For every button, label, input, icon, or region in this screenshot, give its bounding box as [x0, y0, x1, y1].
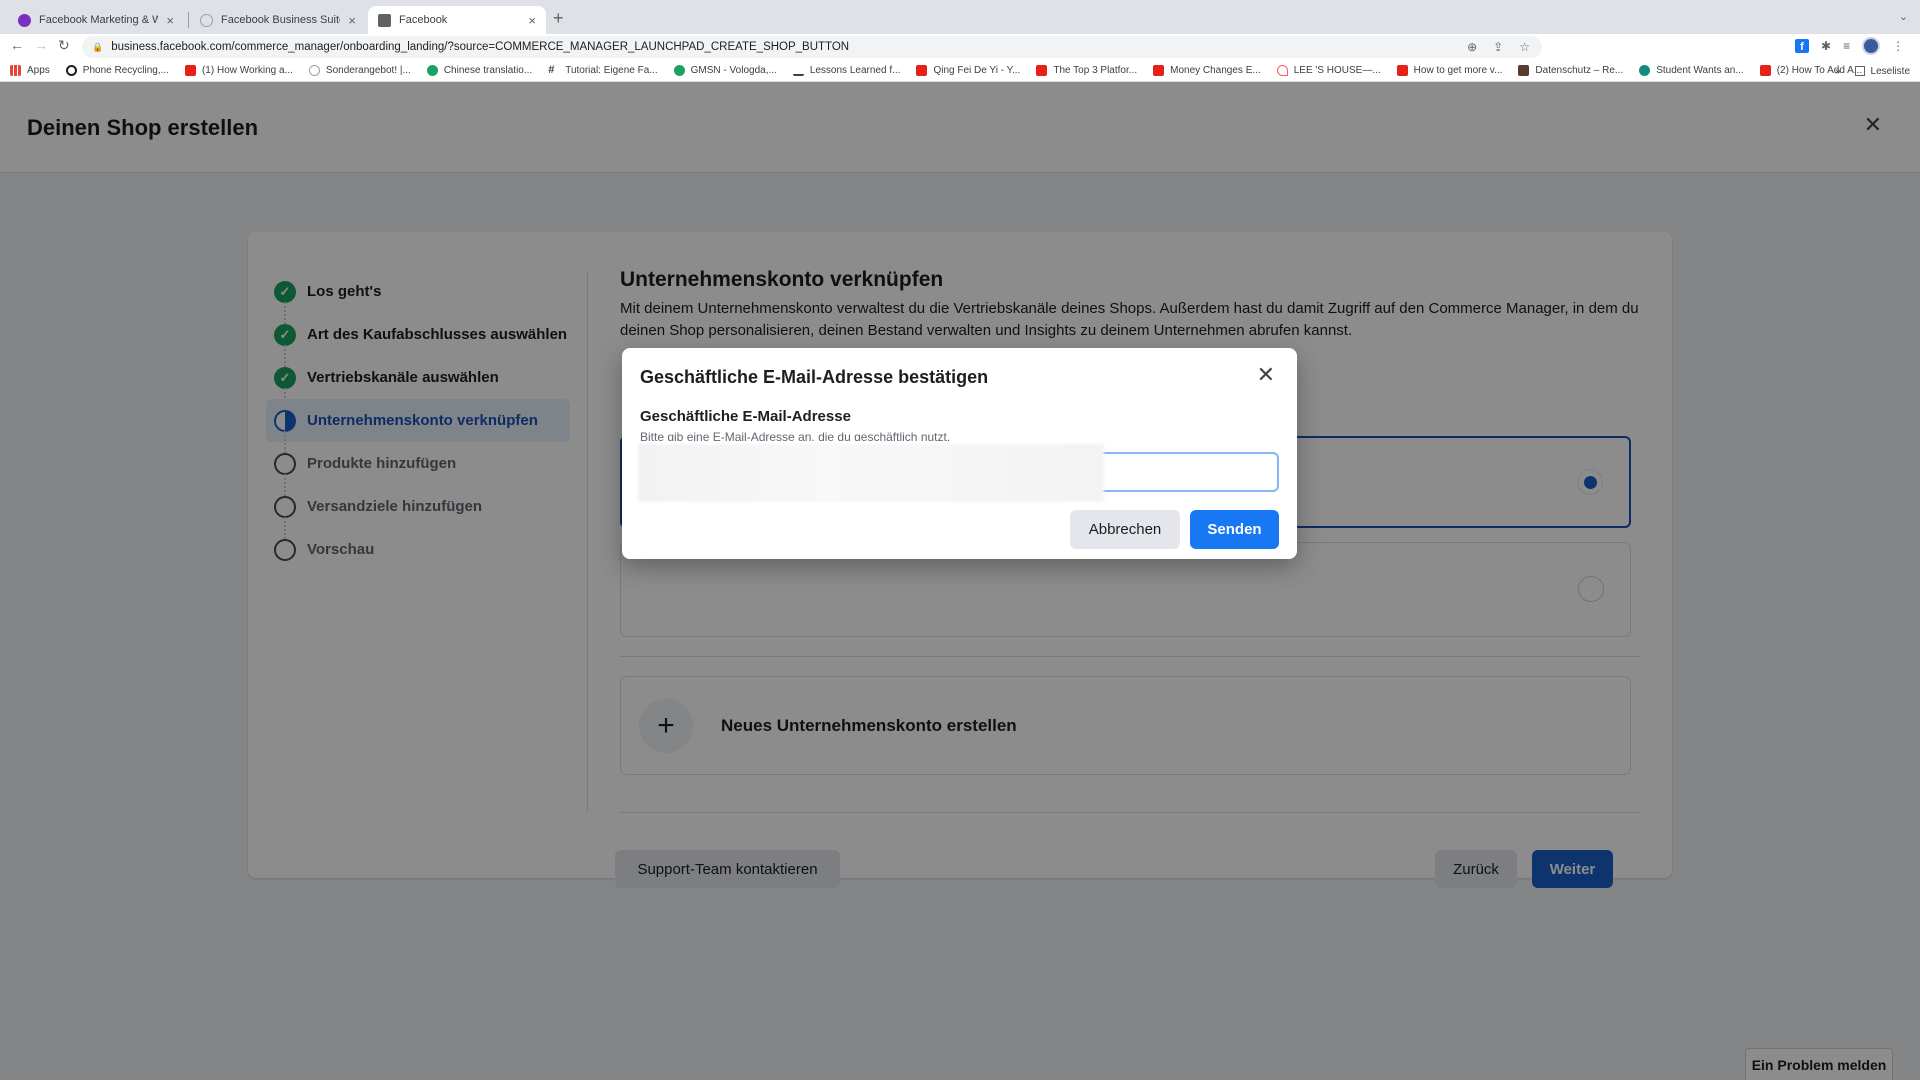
tab-favicon-icon [200, 13, 213, 27]
tab-favicon-icon [18, 13, 31, 27]
bookmark-star-icon[interactable]: ☆ [1519, 40, 1530, 54]
bookmark-item[interactable]: Phone Recycling,... [65, 65, 169, 76]
bookmark-label: Chinese translatio... [443, 65, 533, 76]
bookmark-item[interactable]: Qing Fei De Yi - Y... [916, 65, 1020, 76]
bookmark-item[interactable]: Datenschutz – Re... [1518, 65, 1623, 76]
close-dialog-icon[interactable]: ✕ [1257, 362, 1275, 388]
address-bar-row: ← → ↻ 🔒 business.facebook.com/commerce_m… [0, 34, 1920, 60]
bookmark-item[interactable]: Lessons Learned f... [792, 65, 901, 76]
url-text: business.facebook.com/commerce_manager/o… [111, 41, 850, 53]
new-tab-button[interactable]: + [553, 8, 564, 29]
bookmark-item[interactable]: (1) How Working a... [184, 65, 293, 76]
site-icon [792, 65, 804, 76]
zoom-icon[interactable]: ⊕ [1467, 40, 1477, 54]
bookmark-label: Tutorial: Eigene Fa... [565, 65, 658, 76]
bookmark-label: Lessons Learned f... [809, 65, 901, 76]
browser-tab-bar: Facebook Marketing & Werbea × Facebook B… [0, 0, 1920, 34]
email-field-hint: Bitte gib eine E-Mail-Adresse an, die du… [640, 430, 951, 441]
confirm-email-dialog: Geschäftliche E-Mail-Adresse bestätigen … [622, 348, 1297, 559]
site-icon [426, 65, 438, 76]
browser-menu-icon[interactable]: ⋮ [1892, 39, 1904, 53]
site-icon [673, 65, 685, 76]
apps-grid-icon [10, 65, 21, 76]
bookmark-label: Phone Recycling,... [82, 65, 169, 76]
back-arrow-icon[interactable]: ← [10, 37, 24, 53]
tab-title: Facebook [399, 14, 448, 26]
reading-list-label: Leseliste [1870, 65, 1910, 77]
share-icon[interactable]: ⇪ [1493, 40, 1503, 54]
youtube-icon [1396, 65, 1408, 76]
bookmark-item[interactable]: Money Changes E... [1153, 65, 1261, 76]
profile-avatar[interactable] [1862, 37, 1881, 55]
email-field-label: Geschäftliche E-Mail-Adresse [640, 408, 851, 425]
bookmark-label: (1) How Working a... [201, 65, 293, 76]
reading-list-icon [1854, 65, 1865, 76]
tab-search-chevron-icon[interactable]: ⌄ [1899, 10, 1908, 23]
bookmark-item[interactable]: Student Wants an... [1639, 65, 1744, 76]
tab-separator [188, 12, 189, 28]
bookmark-label: Apps [27, 65, 50, 76]
lock-icon: 🔒 [92, 41, 104, 52]
bookmarks-overflow-button[interactable]: » [1835, 66, 1841, 77]
bookmark-label: Qing Fei De Yi - Y... [933, 65, 1021, 76]
bookmark-label: Student Wants an... [1656, 65, 1744, 76]
bookmark-label: GMSN - Vologda,... [690, 65, 777, 76]
cancel-button[interactable]: Abbrechen [1070, 510, 1180, 549]
o2-icon [65, 65, 77, 76]
site-icon [1639, 65, 1651, 76]
bookmark-label: Money Changes E... [1170, 65, 1261, 76]
bookmark-item[interactable]: Chinese translatio... [426, 65, 533, 76]
youtube-icon [1153, 65, 1165, 76]
extensions-puzzle-icon[interactable]: ✱ [1821, 39, 1831, 53]
bookmark-item[interactable]: LEE 'S HOUSE—... [1276, 65, 1381, 76]
tab-favicon-icon [378, 13, 391, 27]
close-tab-icon[interactable]: × [348, 13, 356, 28]
dialog-title: Geschäftliche E-Mail-Adresse bestätigen [640, 367, 989, 387]
hashtag-icon: # [548, 64, 555, 76]
site-icon [1518, 65, 1530, 76]
bookmark-item[interactable]: Sonderangebot! |... [308, 65, 411, 76]
reload-icon[interactable]: ↻ [58, 37, 70, 54]
close-tab-icon[interactable]: × [528, 13, 536, 28]
bookmark-label: Sonderangebot! |... [325, 65, 411, 76]
tab-title: Facebook Marketing & Werbea [39, 14, 159, 26]
bookmark-item[interactable]: How to get more v... [1396, 65, 1503, 76]
bookmark-label: How to get more v... [1413, 65, 1503, 76]
bookmark-item[interactable]: GMSN - Vologda,... [673, 65, 777, 76]
browser-tab[interactable]: Facebook Marketing & Werbea × [8, 6, 184, 34]
youtube-icon [184, 65, 196, 76]
tab-title: Facebook Business Suite [221, 14, 341, 26]
youtube-icon [916, 65, 928, 76]
bookmark-item[interactable]: # Tutorial: Eigene Fa... [548, 64, 658, 77]
facebook-extension-icon[interactable]: f [1795, 39, 1809, 53]
url-input[interactable]: 🔒 business.facebook.com/commerce_manager… [82, 36, 1542, 58]
close-tab-icon[interactable]: × [166, 13, 174, 28]
send-button[interactable]: Senden [1190, 510, 1279, 549]
modal-backdrop[interactable] [0, 82, 1920, 1080]
bookmark-label: LEE 'S HOUSE—... [1293, 65, 1381, 76]
bookmark-item[interactable]: The Top 3 Platfor... [1036, 65, 1137, 76]
forward-arrow-icon[interactable]: → [34, 37, 48, 53]
browser-tab-active[interactable]: Facebook × [368, 6, 546, 34]
browser-tab[interactable]: Facebook Business Suite × [190, 6, 366, 34]
site-icon [308, 65, 320, 76]
youtube-icon [1759, 65, 1771, 76]
redacted-area [638, 444, 1104, 502]
reading-list-button[interactable]: Leseliste [1854, 65, 1910, 77]
bookmark-label: The Top 3 Platfor... [1053, 65, 1138, 76]
youtube-icon [1036, 65, 1048, 76]
bookmark-item[interactable]: Apps [10, 65, 50, 76]
media-queue-icon[interactable]: ≡ [1843, 39, 1850, 53]
bookmarks-bar: Apps Phone Recycling,... (1) How Working… [0, 60, 1920, 82]
airbnb-icon [1276, 65, 1288, 76]
bookmark-label: Datenschutz – Re... [1535, 65, 1624, 76]
